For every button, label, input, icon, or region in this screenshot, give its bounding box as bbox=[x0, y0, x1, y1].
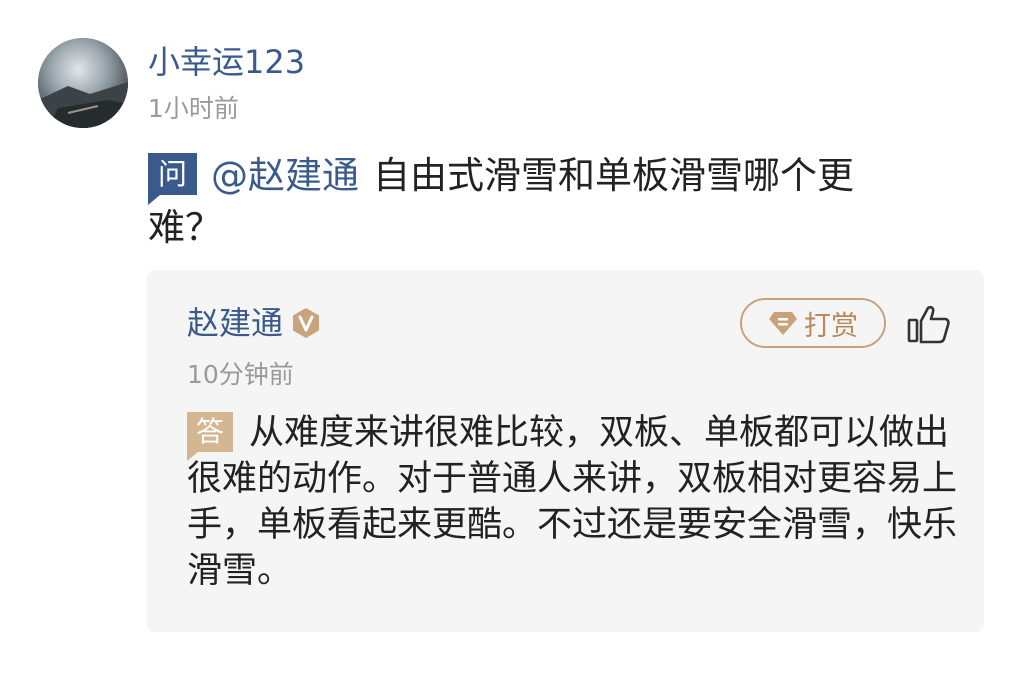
tip-button[interactable]: 打赏 bbox=[740, 298, 886, 348]
answer-body: 答从难度来讲很难比较，双板、单板都可以做出很难的动作。对于普通人来讲，双板相对更… bbox=[187, 410, 957, 594]
question-badge: 问 bbox=[148, 153, 198, 205]
answer-text: 从难度来讲很难比较，双板、单板都可以做出很难的动作。对于普通人来讲，双板相对更容… bbox=[187, 413, 958, 591]
answer-badge: 答 bbox=[187, 412, 234, 461]
tip-label: 打赏 bbox=[804, 310, 858, 342]
thumbs-up-icon[interactable] bbox=[907, 304, 951, 344]
mention-link[interactable]: @赵建通 bbox=[211, 154, 359, 197]
gem-icon bbox=[768, 310, 798, 336]
asker-timestamp: 1小时前 bbox=[148, 94, 239, 123]
answer-author-name[interactable]: 赵建通 bbox=[187, 302, 283, 344]
answer-author[interactable]: 赵建通 bbox=[187, 302, 323, 344]
asker-name[interactable]: 小幸运123 bbox=[148, 42, 305, 82]
avatar[interactable] bbox=[38, 38, 128, 128]
answer-card: 赵建通 打赏 10分钟前 答从难度来讲很难比较，双板、单板都可以做出很难的动作。… bbox=[147, 270, 984, 632]
verified-v-icon bbox=[289, 306, 323, 340]
answer-timestamp: 10分钟前 bbox=[187, 360, 294, 389]
question-block: 问 @赵建通 自由式滑雪和单板滑雪哪个更难？ bbox=[148, 150, 908, 254]
avatar-photo-icon bbox=[38, 38, 128, 128]
